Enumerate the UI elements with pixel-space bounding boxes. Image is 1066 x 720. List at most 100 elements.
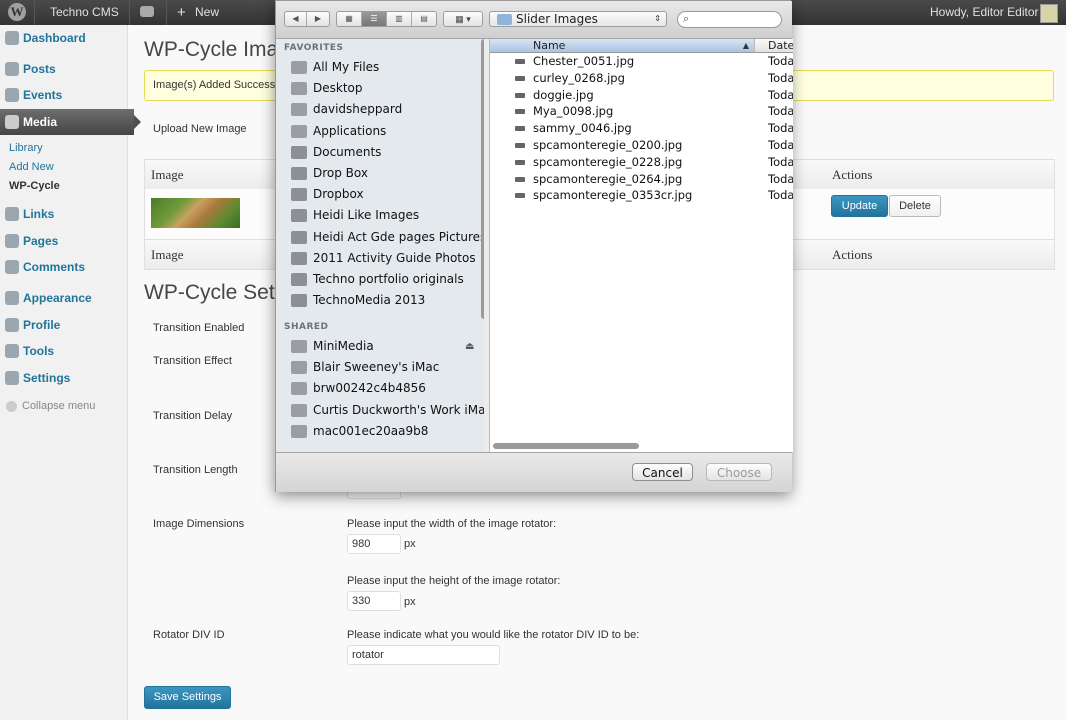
submenu-add-new[interactable]: Add New [9, 161, 54, 173]
file-row[interactable]: sammy_0046.jpg Toda [490, 120, 793, 137]
file-row[interactable]: spcamonteregie_0228.jpg Toda [490, 154, 793, 171]
sidebar-favorite-item[interactable]: TechnoMedia 2013 [276, 290, 481, 311]
file-row[interactable]: spcamonteregie_0200.jpg Toda [490, 137, 793, 154]
menu-appearance[interactable]: Appearance [0, 285, 127, 311]
sidebar-item-label: Documents [313, 144, 382, 159]
arrange-menu-button[interactable]: ▦ ▾ [443, 11, 483, 27]
back-button[interactable]: ◀ [285, 12, 307, 26]
menu-media[interactable]: Media [0, 109, 141, 135]
transition-delay-label: Transition Delay [153, 410, 233, 422]
forward-button[interactable]: ▶ [307, 12, 329, 26]
menu-settings[interactable]: Settings [0, 365, 127, 391]
sidebar-shared-item[interactable]: brw00242c4b4856 [276, 378, 481, 399]
col-actions-header: Actions [832, 167, 873, 182]
sidebar-favorite-item[interactable]: davidsheppard [276, 99, 481, 120]
menu-label: Tools [23, 344, 55, 358]
sidebar-favorite-item[interactable]: Applications [276, 121, 481, 142]
folder-icon [291, 230, 307, 244]
transition-enabled-label: Transition Enabled [153, 322, 245, 334]
div-id-prompt: Please indicate what you would like the … [347, 629, 640, 641]
sidebar-item-label: TechnoMedia 2013 [313, 293, 426, 308]
location-popup[interactable]: Slider Images ⇕ [489, 11, 667, 27]
delete-button[interactable]: Delete [889, 195, 941, 217]
favorites-heading: FAVORITES [284, 43, 344, 53]
horizontal-scrollbar[interactable] [493, 443, 639, 449]
name-column-header[interactable]: Name ▲ [490, 39, 754, 53]
sidebar-item-label: Heidi Like Images [313, 208, 420, 223]
sidebar-shared-item[interactable]: Blair Sweeney's iMac [276, 357, 481, 378]
update-button[interactable]: Update [831, 195, 888, 217]
wordpress-logo-icon[interactable]: W [8, 3, 26, 21]
file-row[interactable]: Mya_0098.jpg Toda [490, 103, 793, 120]
search-icon: ⌕ [683, 13, 690, 25]
sidebar-favorite-item[interactable]: Dropbox [276, 184, 481, 205]
date-column-header[interactable]: Date [754, 39, 793, 53]
save-settings-button[interactable]: Save Settings [144, 686, 231, 709]
menu-tools[interactable]: Tools [0, 338, 127, 364]
sidebar-favorite-item[interactable]: Drop Box [276, 163, 481, 184]
file-row[interactable]: doggie.jpg Toda [490, 87, 793, 104]
sidebar-favorite-item[interactable]: All My Files [276, 57, 481, 78]
submenu-library[interactable]: Library [9, 142, 43, 154]
icon-view-icon[interactable]: ▦ [337, 12, 362, 26]
admin-sidebar: Dashboard Posts Events Media Library Add… [0, 25, 141, 720]
folder-icon [291, 145, 307, 159]
sidebar-shared-item[interactable]: mac001ec20aa9b8 [276, 421, 481, 442]
avatar[interactable] [1040, 4, 1058, 23]
submenu-wp-cycle[interactable]: WP-Cycle [9, 180, 60, 192]
sidebar-favorite-item[interactable]: Heidi Like Images [276, 205, 481, 226]
list-view-icon[interactable]: ☰ [362, 12, 387, 26]
menu-label: Comments [23, 260, 86, 274]
plus-icon: + [177, 4, 186, 21]
menu-dashboard[interactable]: Dashboard [0, 25, 127, 51]
div-id-input[interactable]: rotator [347, 645, 500, 665]
sidebar-favorite-item[interactable]: Documents [276, 142, 481, 163]
collapse-label: Collapse menu [22, 400, 96, 412]
user-greeting[interactable]: Howdy, Editor Editor [930, 0, 1039, 25]
menu-label: Settings [23, 371, 71, 385]
height-input[interactable]: 330 [347, 591, 401, 611]
cancel-button[interactable]: Cancel [632, 463, 693, 481]
sidebar-favorite-item[interactable]: Desktop [276, 78, 481, 99]
search-field[interactable]: ⌕ [677, 11, 782, 28]
finder-sidebar: FAVORITES All My Files Desktop davidsheppa… [276, 39, 484, 452]
file-row[interactable]: spcamonteregie_0264.jpg Toda [490, 171, 793, 188]
file-date: Toda [768, 87, 793, 102]
sidebar-shared-item[interactable]: MiniMedia ⏏ [276, 336, 481, 357]
comments-icon[interactable] [140, 6, 154, 17]
menu-pages[interactable]: Pages [0, 228, 127, 254]
coverflow-view-icon[interactable]: ▤ [412, 12, 436, 26]
file-name: sammy_0046.jpg [533, 121, 632, 136]
sidebar-favorite-item[interactable]: 2011 Activity Guide Photos [276, 248, 481, 269]
menu-comments[interactable]: Comments [0, 254, 127, 280]
sidebar-shared-item[interactable]: Curtis Duckworth's Work iMac [276, 400, 484, 421]
menu-events[interactable]: Events [0, 82, 127, 108]
appearance-icon [5, 291, 19, 305]
menu-profile[interactable]: Profile [0, 312, 127, 338]
site-name-link[interactable]: Techno CMS [50, 0, 119, 25]
width-unit: px [404, 538, 416, 550]
sidebar-favorite-item[interactable]: Techno portfolio originals [276, 269, 481, 290]
collapse-menu-button[interactable]: Collapse menu [6, 400, 95, 412]
sidebar-scrollbar[interactable] [481, 39, 484, 319]
view-mode-buttons: ▦ ☰ ▥ ▤ [336, 11, 437, 27]
new-content-link[interactable]: New [195, 0, 219, 25]
menu-links[interactable]: Links [0, 201, 127, 227]
file-row[interactable]: spcamonteregie_0353cr.jpg Toda [490, 187, 793, 204]
column-view-icon[interactable]: ▥ [387, 12, 412, 26]
sidebar-item-label: MiniMedia [313, 339, 374, 353]
file-name: Chester_0051.jpg [533, 54, 635, 68]
file-list-pane: Name ▲ Date Chester_0051.jpg Toda curley_0… [489, 39, 793, 452]
menu-label: Profile [23, 318, 61, 332]
collapse-icon [6, 400, 17, 412]
file-date: Toda [768, 154, 793, 169]
menu-posts[interactable]: Posts [0, 56, 127, 82]
sidebar-favorite-item[interactable]: Heidi Act Gde pages Pictures [276, 227, 484, 248]
folder-icon [497, 14, 512, 25]
file-row[interactable]: Chester_0051.jpg Toda [490, 53, 793, 70]
width-input[interactable]: 980 [347, 534, 401, 554]
choose-button[interactable]: Choose [706, 463, 772, 481]
eject-icon[interactable]: ⏏ [465, 336, 474, 357]
height-unit: px [404, 596, 416, 608]
file-row[interactable]: curley_0268.jpg Toda [490, 70, 793, 87]
